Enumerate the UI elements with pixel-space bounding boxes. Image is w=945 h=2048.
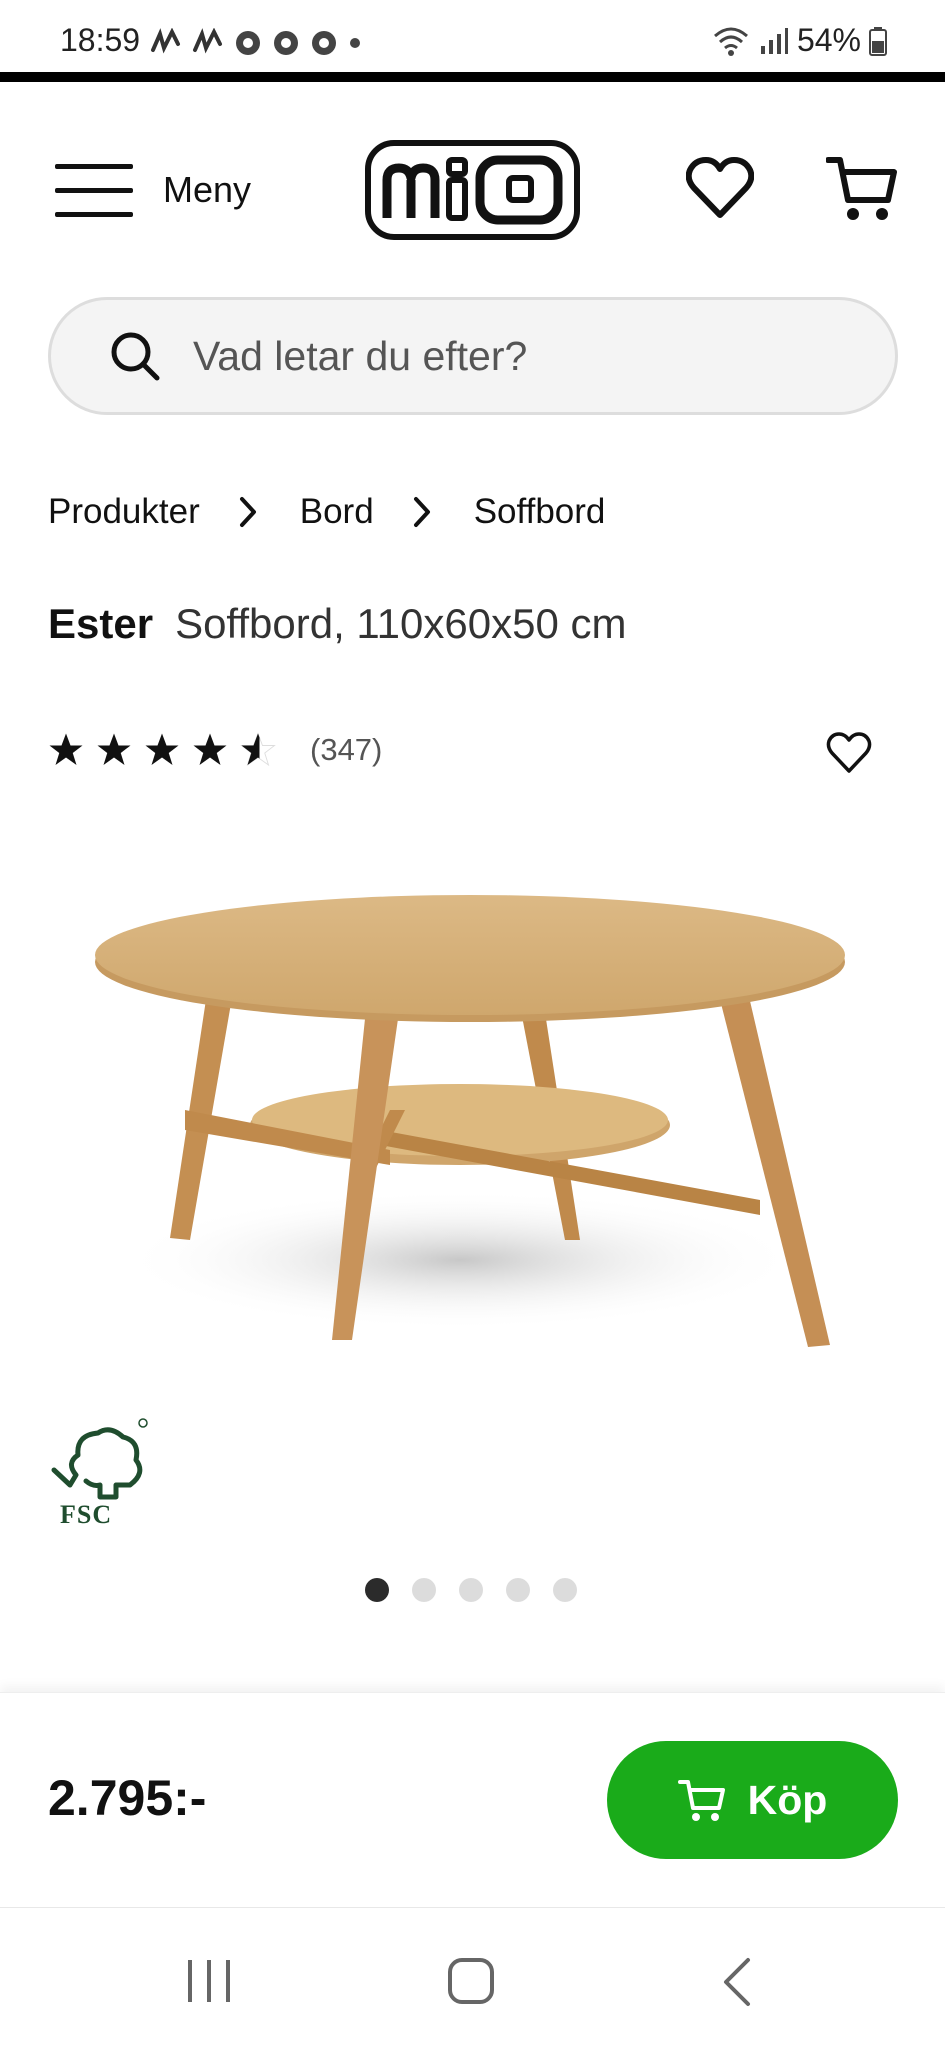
product-image[interactable] <box>60 840 880 1370</box>
image-carousel-dots <box>365 1578 577 1602</box>
header-top-border <box>0 72 945 82</box>
menu-label: Meny <box>163 169 252 210</box>
more-notifications-dot-icon <box>350 38 360 48</box>
cart-icon[interactable] <box>826 152 898 224</box>
home-icon[interactable] <box>446 1956 496 2006</box>
recent-apps-icon[interactable] <box>185 1958 235 2004</box>
product-brand: Ester <box>48 600 154 647</box>
favorites-heart-icon[interactable] <box>686 155 754 223</box>
wifi-icon <box>713 27 748 56</box>
carousel-dot[interactable] <box>365 1578 389 1602</box>
mio-logo[interactable] <box>365 140 580 240</box>
status-right: 54% <box>711 22 887 59</box>
product-price: 2.795:- <box>48 1770 207 1826</box>
carousel-dot[interactable] <box>459 1578 483 1602</box>
status-bar: 18:59 54% <box>0 0 945 74</box>
buy-bar: 2.795:- Köp <box>0 1692 945 1907</box>
system-nav-bar <box>0 1907 945 2048</box>
status-time: 18:59 <box>60 22 141 58</box>
star-full-icon <box>193 733 227 765</box>
search-input[interactable] <box>193 332 813 380</box>
site-header: Meny <box>0 82 945 292</box>
chrome-icon <box>274 31 298 55</box>
star-full-icon <box>145 733 179 765</box>
star-half-icon <box>240 732 276 767</box>
product-title: Ester Soffbord, 110x60x50 cm <box>48 600 626 648</box>
wishlist-heart-icon[interactable] <box>826 730 872 776</box>
notification-icon <box>193 28 222 54</box>
fsc-label: FSC <box>60 1500 113 1529</box>
search-bar[interactable] <box>48 297 898 415</box>
breadcrumb: Produkter Bord Soffbord <box>48 492 605 532</box>
hamburger-icon <box>55 164 133 217</box>
star-full-icon <box>49 733 83 765</box>
buy-button-label: Köp <box>747 1776 828 1823</box>
product-description: Soffbord, 110x60x50 cm <box>175 600 627 647</box>
signal-icon <box>760 27 788 54</box>
chevron-right-icon <box>413 497 430 527</box>
buy-button[interactable]: Köp <box>607 1741 898 1859</box>
breadcrumb-item-bord[interactable]: Bord <box>300 492 374 532</box>
breadcrumb-item-produkter[interactable]: Produkter <box>48 492 200 532</box>
chrome-icon <box>312 31 336 55</box>
battery-percent: 54% <box>796 22 861 58</box>
product-rating[interactable]: (347) <box>48 732 382 768</box>
search-icon <box>111 332 160 381</box>
carousel-dot[interactable] <box>506 1578 530 1602</box>
carousel-dot[interactable] <box>412 1578 436 1602</box>
notification-icons <box>150 28 362 58</box>
back-icon[interactable] <box>720 1956 754 2008</box>
chrome-icon <box>236 31 260 55</box>
star-full-icon <box>97 733 131 765</box>
menu-button[interactable]: Meny <box>55 162 251 218</box>
carousel-dot[interactable] <box>553 1578 577 1602</box>
breadcrumb-item-soffbord[interactable]: Soffbord <box>474 492 606 532</box>
rating-stars <box>48 732 276 768</box>
chevron-right-icon <box>239 497 256 527</box>
review-count: (347) <box>310 732 383 767</box>
notification-icon <box>151 28 180 54</box>
cart-icon <box>677 1780 725 1821</box>
battery-icon <box>869 26 887 56</box>
